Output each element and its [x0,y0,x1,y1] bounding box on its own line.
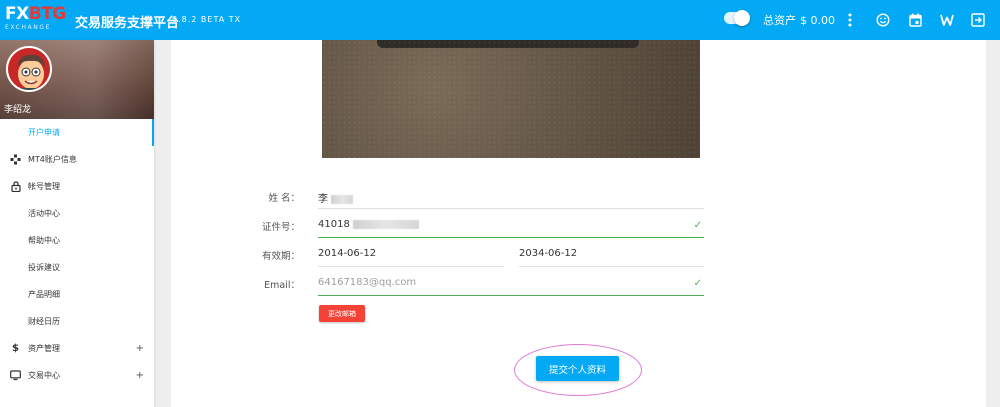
redacted-name [331,194,354,204]
w-icon[interactable] [937,10,957,30]
validity-from-field[interactable]: 2014-06-12 [318,248,376,259]
validity-to-underline [519,266,704,267]
dollar-icon: $ [12,343,19,354]
logo-prefix: FX [5,4,29,24]
sidebar-nav: 开户申请 MT4账户信息 帐号管理 活动中心 帮助中心 投诉建议 产品明细 财经… [0,119,154,389]
name-row: 姓 名： 李 [234,185,704,209]
expand-icon[interactable]: + [136,370,144,381]
smiley-icon[interactable] [873,10,893,30]
top-app-bar: FXBTG EXCHANGE 交易服务支撑平台 0.8.2 BETA TX 总资… [0,0,1000,40]
sidebar-item-product-details[interactable]: 产品明细 [0,281,154,308]
email-field[interactable]: 64167183@qq.com [318,277,416,288]
validity-label: 有效期： [261,251,300,262]
gamepad-icon [10,154,21,165]
id-number-field[interactable]: 41018 [318,219,419,230]
sidebar-item-label: 投诉建议 [28,263,60,272]
name-value: 李 [318,194,328,205]
redacted-id-number [353,219,419,229]
email-label: Email： [264,280,300,291]
toggle-knob [734,10,750,26]
sidebar-item-label: 活动中心 [28,209,60,218]
name-label: 姓 名： [268,193,300,204]
email-underline [318,295,704,296]
more-vert-icon[interactable] [840,10,860,30]
sidebar-item-complaints[interactable]: 投诉建议 [0,254,154,281]
avatar[interactable] [6,46,52,92]
id-number-underline [318,237,704,238]
logo-subtitle: EXCHANGE [5,24,51,31]
profile-header: 李绍龙 [0,40,154,119]
sidebar-item-account-application[interactable]: 开户申请 [0,119,154,146]
sidebar-item-mt4-account-info[interactable]: MT4账户信息 [0,146,154,173]
sidebar-item-label: MT4账户信息 [28,155,77,164]
email-valid-check-icon: ✓ [693,278,702,289]
validity-row: 有效期： 2014-06-12 2034-06-12 [234,243,704,267]
submit-profile-button[interactable]: 提交个人资料 [536,356,619,381]
sidebar-item-asset-management[interactable]: $ 资产管理 + [0,335,154,362]
sidebar-item-help-center[interactable]: 帮助中心 [0,227,154,254]
profile-form-card: 姓 名： 李 证件号： 41018 ✓ 有效期： 2014-06-12 2034… [171,40,986,407]
id-number-value: 41018 [318,219,350,230]
sidebar-item-label: 交易中心 [28,371,60,380]
lock-icon [10,181,21,192]
sidebar-item-account-management[interactable]: 帐号管理 [0,173,154,200]
id-card-photo [322,40,700,158]
validity-to-field[interactable]: 2034-06-12 [519,248,577,259]
sidebar-item-label: 资产管理 [28,344,60,353]
name-field[interactable]: 李 [318,190,354,205]
sidebar: 李绍龙 开户申请 MT4账户信息 帐号管理 活动中心 帮助中心 投诉建议 产品明 [0,40,154,407]
logout-icon[interactable] [968,10,988,30]
change-email-button[interactable]: 更改邮箱 [319,305,365,322]
id-valid-check-icon: ✓ [693,220,702,231]
app-version: 0.8.2 BETA TX [172,15,242,24]
sidebar-item-economic-calendar[interactable]: 财经日历 [0,308,154,335]
monitor-icon [10,370,21,381]
expand-icon[interactable]: + [136,343,144,354]
name-underline [318,208,704,209]
fxbtg-logo[interactable]: FXBTG EXCHANGE [5,4,67,32]
sidebar-item-label: 财经日历 [28,317,60,326]
email-row: Email： 64167183@qq.com ✓ [234,272,704,296]
sidebar-item-activity-center[interactable]: 活动中心 [0,200,154,227]
calendar-icon[interactable] [905,10,925,30]
sidebar-item-label: 产品明细 [28,290,60,299]
sidebar-item-label: 开户申请 [28,128,60,137]
sidebar-item-trading-center[interactable]: 交易中心 + [0,362,154,389]
total-assets: 总资产 $ 0.00 [763,12,839,28]
photo-texture [322,40,700,158]
validity-from-underline [318,266,504,267]
id-number-label: 证件号： [261,222,300,233]
total-assets-label: 总资产 [763,14,796,27]
sidebar-item-label: 帐号管理 [28,182,60,191]
logo-accent: BTG [28,4,67,24]
id-number-row: 证件号： 41018 ✓ [234,214,704,238]
total-assets-value: $ 0.00 [800,14,835,27]
user-name: 李绍龙 [4,105,32,115]
sidebar-item-label: 帮助中心 [28,236,60,245]
mode-toggle[interactable] [724,10,750,26]
app-title: 交易服务支撑平台 [75,16,180,31]
